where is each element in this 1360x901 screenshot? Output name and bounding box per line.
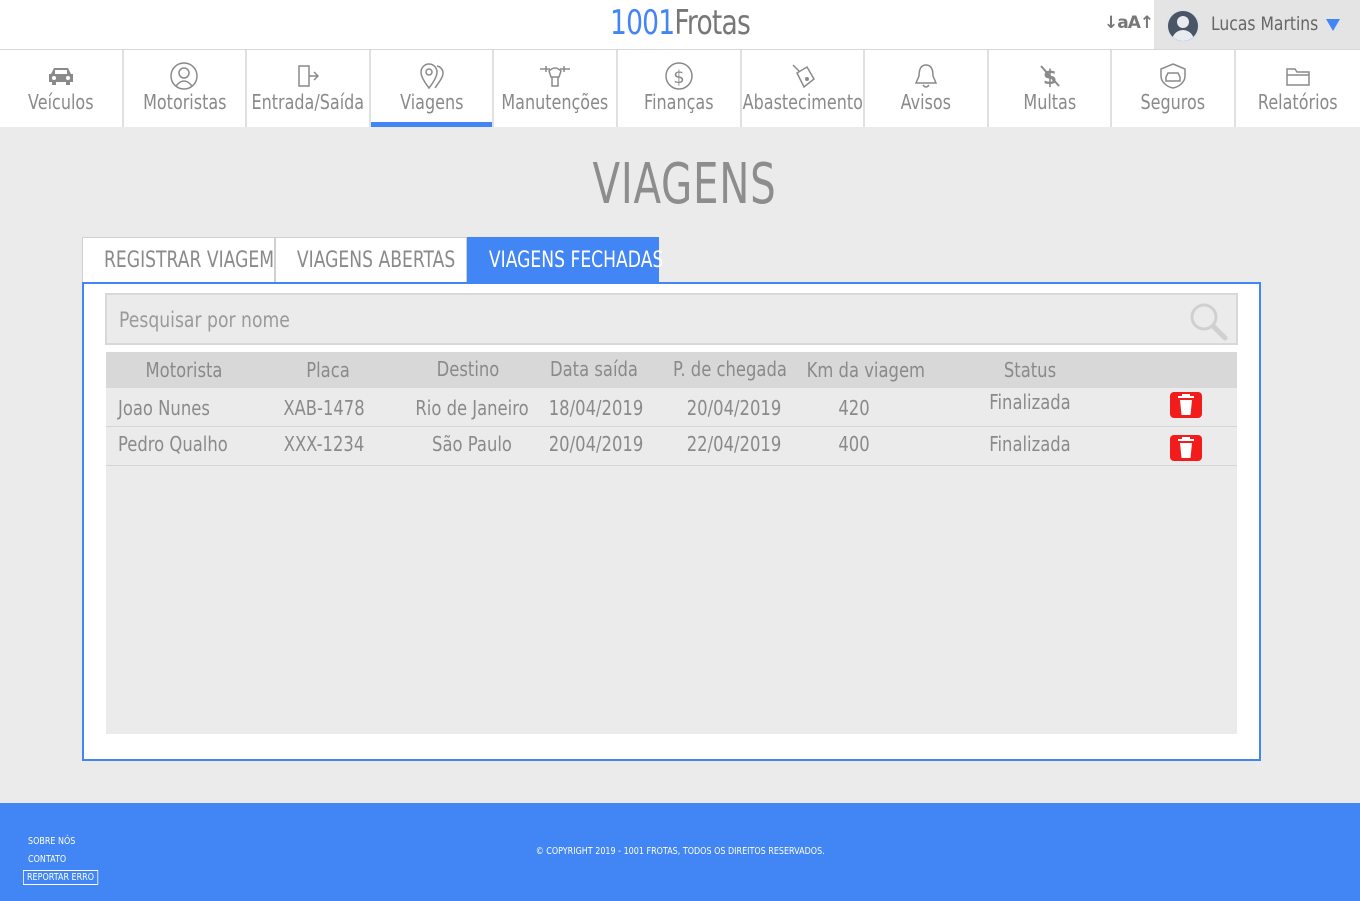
trips-panel: Pesquisar por nome Motorista Placa Desti… bbox=[82, 282, 1261, 761]
nav-item-manutencoes[interactable]: Manutenções bbox=[494, 50, 618, 127]
tab-registrar-viagem[interactable]: REGISTRAR VIAGEM bbox=[82, 237, 275, 283]
delete-button[interactable] bbox=[1170, 392, 1202, 418]
trips-table: Motorista Placa Destino Data saída P. de… bbox=[106, 352, 1237, 734]
main-nav: Veículos Motoristas Entrada/Saída Viagen… bbox=[0, 49, 1360, 127]
nav-label: Viagens bbox=[399, 90, 464, 114]
tab-bar: REGISTRAR VIAGEM VIAGENS ABERTAS VIAGENS… bbox=[82, 237, 664, 283]
tab-label: REGISTRAR VIAGEM bbox=[104, 248, 275, 273]
nav-item-relatorios[interactable]: Relatórios bbox=[1236, 50, 1360, 127]
nav-label: Finanças bbox=[644, 90, 714, 114]
search-input[interactable]: Pesquisar por nome bbox=[105, 293, 1238, 345]
fuel-icon bbox=[742, 62, 864, 90]
map-pin-icon bbox=[371, 62, 493, 90]
logo-name: Frotas bbox=[674, 3, 751, 43]
cell-destino: São Paulo bbox=[432, 432, 512, 456]
dollar-icon: $ bbox=[618, 62, 740, 90]
column-header: Km da viagem bbox=[806, 358, 926, 382]
page-title: VIAGENS bbox=[592, 152, 777, 217]
delete-button[interactable] bbox=[1170, 435, 1202, 461]
nav-label: Motoristas bbox=[142, 90, 227, 114]
table-header: Motorista Placa Destino Data saída P. de… bbox=[106, 352, 1237, 388]
column-header: Placa bbox=[306, 358, 350, 382]
cell-placa: XXX-1234 bbox=[283, 432, 365, 456]
bell-icon bbox=[865, 62, 987, 90]
user-name: Lucas Martins bbox=[1211, 13, 1319, 35]
tab-viagens-fechadas[interactable]: VIAGENS FECHADAS bbox=[467, 237, 664, 283]
app-logo[interactable]: 1001Frotas bbox=[150, 3, 1211, 43]
nav-label: Multas bbox=[1023, 90, 1076, 114]
column-header: Destino bbox=[436, 357, 500, 381]
status-badge: Finalizada bbox=[989, 432, 1071, 456]
column-header: Motorista bbox=[145, 358, 223, 382]
nav-label: Relatórios bbox=[1257, 90, 1338, 114]
tab-label: VIAGENS ABERTAS bbox=[296, 248, 456, 273]
driver-icon bbox=[124, 62, 246, 90]
nav-label: Manutenções bbox=[501, 90, 609, 114]
copyright-text: © COPYRIGHT 2019 - 1001 FROTAS, TODOS OS… bbox=[535, 846, 825, 857]
insurance-icon bbox=[1112, 62, 1234, 90]
cell-data-saida: 18/04/2019 bbox=[548, 396, 644, 420]
folder-icon bbox=[1236, 62, 1360, 90]
status-badge: Finalizada bbox=[989, 390, 1071, 414]
nav-label: Veículos bbox=[28, 90, 94, 114]
car-icon bbox=[0, 62, 122, 90]
nav-item-veiculos[interactable]: Veículos bbox=[0, 50, 124, 127]
nav-label: Abastecimento bbox=[742, 90, 863, 114]
footer-link-sobre[interactable]: SOBRE NÓS bbox=[28, 836, 75, 847]
tab-viagens-abertas[interactable]: VIAGENS ABERTAS bbox=[275, 237, 467, 283]
cell-chegada: 22/04/2019 bbox=[686, 432, 782, 456]
chevron-down-icon[interactable] bbox=[1326, 19, 1340, 31]
svg-text:$: $ bbox=[673, 67, 684, 88]
cell-data-saida: 20/04/2019 bbox=[548, 432, 644, 456]
logo-number: 1001 bbox=[609, 3, 675, 43]
cell-chegada: 20/04/2019 bbox=[686, 396, 782, 420]
nav-label: Avisos bbox=[900, 90, 952, 114]
nav-item-seguros[interactable]: Seguros bbox=[1112, 50, 1236, 127]
trash-icon bbox=[1178, 394, 1194, 415]
nav-item-viagens[interactable]: Viagens bbox=[370, 50, 495, 127]
user-menu[interactable]: Lucas Martins bbox=[1154, 0, 1360, 50]
nav-item-abastecimento[interactable]: Abastecimento bbox=[742, 50, 866, 127]
nav-item-multas[interactable]: $ Multas bbox=[989, 50, 1113, 127]
nav-item-motoristas[interactable]: Motoristas bbox=[124, 50, 248, 127]
nav-item-financas[interactable]: $ Finanças bbox=[618, 50, 742, 127]
nav-label: Entrada/Saída bbox=[251, 90, 365, 114]
table-row[interactable]: Joao Nunes XAB-1478 Rio de Janeiro 18/04… bbox=[106, 388, 1237, 427]
cell-km: 400 bbox=[838, 432, 870, 456]
column-header: Data saída bbox=[550, 357, 638, 381]
tab-label: VIAGENS FECHADAS bbox=[488, 248, 664, 273]
font-size-toggle[interactable]: ↓aA↑ bbox=[1104, 13, 1154, 33]
footer: SOBRE NÓS CONTATO REPORTAR ERRO © COPYRI… bbox=[0, 803, 1360, 901]
search-placeholder: Pesquisar por nome bbox=[119, 308, 290, 332]
nav-item-avisos[interactable]: Avisos bbox=[865, 50, 989, 127]
cell-motorista: Pedro Qualho bbox=[118, 432, 228, 456]
top-header: 1001Frotas ↓aA↑ Lucas Martins bbox=[0, 0, 1360, 50]
door-icon bbox=[247, 62, 369, 90]
report-error-button[interactable]: REPORTAR ERRO bbox=[23, 870, 99, 885]
cell-destino: Rio de Janeiro bbox=[415, 396, 529, 420]
search-icon[interactable] bbox=[1188, 301, 1228, 345]
nav-label: Seguros bbox=[1140, 90, 1206, 114]
column-header: P. de chegada bbox=[673, 357, 787, 381]
fine-icon: $ bbox=[989, 62, 1111, 90]
column-header: Status bbox=[1003, 358, 1057, 382]
cell-placa: XAB-1478 bbox=[283, 396, 365, 420]
table-row[interactable]: Pedro Qualho XXX-1234 São Paulo 20/04/20… bbox=[106, 427, 1237, 466]
footer-link-contato[interactable]: CONTATO bbox=[28, 854, 66, 865]
nav-item-entrada-saida[interactable]: Entrada/Saída bbox=[247, 50, 371, 127]
avatar bbox=[1166, 9, 1200, 43]
trash-icon bbox=[1178, 437, 1194, 458]
wrench-icon bbox=[494, 62, 616, 90]
cell-motorista: Joao Nunes bbox=[118, 396, 210, 420]
cell-km: 420 bbox=[838, 396, 870, 420]
